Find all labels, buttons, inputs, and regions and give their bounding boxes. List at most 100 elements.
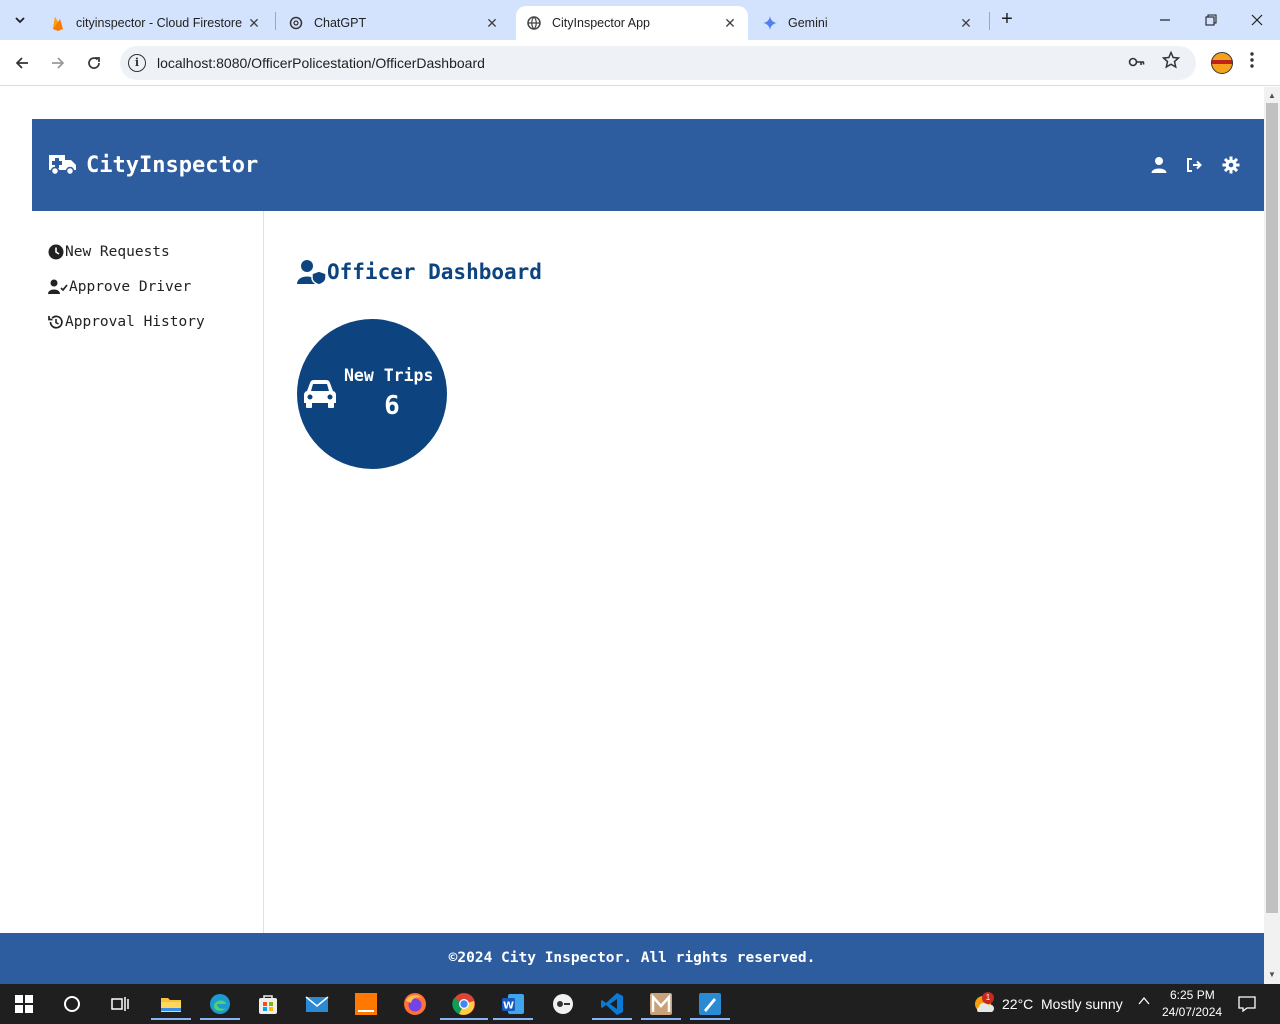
scrollbar-thumb[interactable] — [1266, 103, 1278, 913]
bookmark-star-icon[interactable] — [1161, 50, 1181, 74]
footer-text: ©2024 City Inspector. All rights reserve… — [448, 950, 816, 966]
close-icon[interactable]: ✕ — [958, 15, 974, 32]
close-window-button[interactable] — [1234, 0, 1280, 40]
back-button[interactable] — [7, 48, 37, 78]
restore-button[interactable] — [1188, 0, 1234, 40]
sidebar: New Requests Approve Driver Approval His… — [0, 211, 264, 933]
taskbar-edge[interactable] — [200, 988, 240, 1020]
tray-chevron-up-icon[interactable] — [1137, 994, 1151, 1011]
scroll-up-arrow-icon[interactable]: ▲ — [1264, 89, 1280, 103]
forward-button[interactable] — [43, 48, 73, 78]
sidebar-item-approval-history[interactable]: Approval History — [48, 311, 205, 333]
user-icon[interactable] — [1150, 156, 1168, 174]
taskbar-paint[interactable] — [690, 988, 730, 1020]
search-button[interactable] — [56, 988, 88, 1020]
weather-temp[interactable]: 22°C — [1002, 996, 1033, 1012]
browser-menu-icon[interactable] — [1250, 52, 1254, 73]
tab-divider — [989, 12, 990, 30]
sidebar-item-new-requests[interactable]: New Requests — [48, 241, 170, 263]
taskbar-app-circle[interactable] — [547, 988, 579, 1020]
running-indicator — [493, 1018, 533, 1020]
browser-tab-bar: cityinspector - Cloud Firestore ✕ ChatGP… — [0, 0, 1280, 40]
paint-icon — [699, 993, 721, 1015]
page-scrollbar[interactable]: ▲ ▼ — [1264, 87, 1280, 984]
running-indicator — [690, 1018, 730, 1020]
restore-icon — [1205, 14, 1217, 26]
reload-icon — [88, 57, 100, 69]
clock-time[interactable]: 6:25 PM — [1170, 988, 1215, 1002]
clock-date[interactable]: 24/07/2024 — [1162, 1005, 1222, 1019]
running-indicator — [592, 1018, 632, 1020]
taskbar-vscode[interactable] — [592, 988, 632, 1020]
weather-condition[interactable]: Mostly sunny — [1041, 996, 1123, 1012]
close-icon[interactable]: ✕ — [722, 15, 738, 32]
running-indicator — [641, 1018, 681, 1020]
word-icon: W — [502, 994, 524, 1014]
running-indicator — [151, 1018, 191, 1020]
tab-title: ChatGPT — [314, 16, 367, 30]
chevron-down-icon — [15, 17, 25, 24]
notifications-icon[interactable] — [1238, 995, 1256, 1016]
taskbar-store[interactable] — [252, 988, 284, 1020]
new-trips-card[interactable]: New Trips 6 — [297, 319, 447, 469]
tab-firestore[interactable]: cityinspector - Cloud Firestore ✕ — [40, 6, 272, 40]
firefox-icon — [404, 993, 426, 1015]
page-title: Officer Dashboard — [297, 259, 542, 285]
taskbar-orange-app[interactable] — [350, 988, 382, 1020]
profile-avatar[interactable] — [1211, 52, 1233, 74]
taskbar-firefox[interactable] — [399, 988, 431, 1020]
site-info-icon[interactable]: i — [128, 54, 146, 72]
scroll-down-arrow-icon[interactable]: ▼ — [1264, 968, 1280, 982]
user-shield-icon — [297, 260, 327, 285]
logout-icon[interactable] — [1185, 156, 1203, 174]
taskbar-notepad[interactable] — [641, 988, 681, 1020]
brand-title[interactable]: CityInspector — [86, 153, 258, 178]
taskbar-chrome[interactable] — [440, 988, 488, 1020]
vscode-icon — [601, 993, 623, 1015]
tab-divider — [275, 12, 276, 30]
tab-title: Gemini — [788, 16, 828, 30]
new-tab-button[interactable]: + — [995, 8, 1019, 32]
store-icon — [259, 995, 277, 1014]
task-view-button[interactable] — [104, 988, 136, 1020]
minimize-button[interactable] — [1142, 0, 1188, 40]
tab-search-button[interactable] — [6, 6, 34, 34]
reload-button[interactable] — [79, 48, 109, 78]
browser-toolbar: i localhost:8080/OfficerPolicestation/Of… — [0, 40, 1280, 86]
sidebar-item-approve-driver[interactable]: Approve Driver — [48, 276, 191, 298]
orange-app-icon — [355, 993, 377, 1015]
cortana-circle-icon — [64, 996, 80, 1012]
arrow-left-icon — [15, 57, 28, 69]
clock-icon — [48, 244, 64, 260]
page-footer: ©2024 City Inspector. All rights reserve… — [0, 933, 1264, 984]
running-indicator — [200, 1018, 240, 1020]
taskbar-file-explorer[interactable] — [151, 988, 191, 1020]
chatgpt-icon — [288, 15, 304, 31]
app-circle-icon — [553, 994, 573, 1014]
page-title-text: Officer Dashboard — [327, 260, 542, 284]
start-button[interactable] — [8, 988, 40, 1020]
url-text[interactable]: localhost:8080/OfficerPolicestation/Offi… — [157, 55, 485, 71]
tab-chatgpt[interactable]: ChatGPT ✕ — [278, 6, 510, 40]
chrome-icon — [452, 993, 475, 1015]
close-icon[interactable]: ✕ — [246, 15, 262, 32]
tab-title: cityinspector - Cloud Firestore — [76, 16, 243, 30]
settings-icon[interactable] — [1222, 156, 1240, 174]
tab-gemini[interactable]: Gemini ✕ — [752, 6, 984, 40]
history-icon — [48, 315, 63, 329]
address-bar[interactable]: i localhost:8080/OfficerPolicestation/Of… — [120, 46, 1196, 80]
card-label: New Trips — [344, 366, 434, 385]
taskbar-word[interactable]: W — [493, 988, 533, 1020]
password-key-icon[interactable] — [1128, 53, 1146, 75]
task-view-icon — [111, 997, 129, 1011]
tab-cityinspector[interactable]: CityInspector App ✕ — [516, 6, 748, 40]
minimize-icon — [1160, 19, 1170, 21]
close-icon[interactable]: ✕ — [484, 15, 500, 32]
windows-taskbar: W 1 22°C Mostly sunny 6:25 PM 24/07/2024 — [0, 984, 1280, 1024]
tab-title: CityInspector App — [552, 16, 650, 30]
card-count: 6 — [384, 391, 400, 421]
user-check-icon — [48, 279, 68, 294]
arrow-right-icon — [52, 57, 65, 69]
firebase-icon — [50, 15, 66, 31]
taskbar-mail[interactable] — [301, 988, 333, 1020]
